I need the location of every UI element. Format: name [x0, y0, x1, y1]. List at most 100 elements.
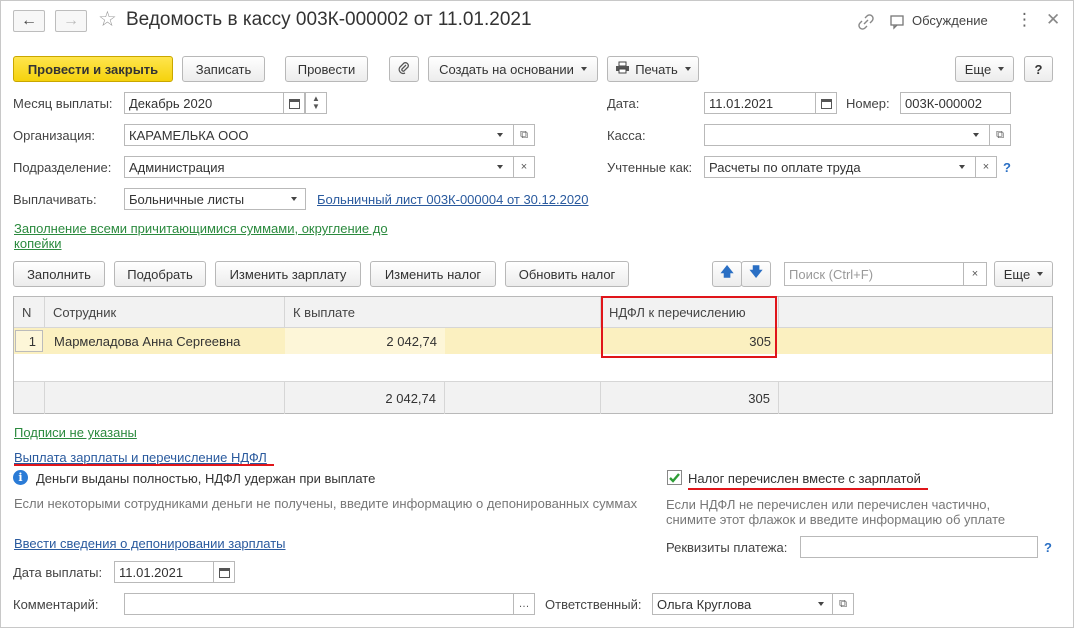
arrow-down-icon: 🡇: [749, 264, 763, 279]
update-tax-label: Обновить налог: [518, 266, 616, 282]
help-button[interactable]: ?: [1024, 56, 1053, 82]
help-question-icon[interactable]: ?: [1044, 540, 1052, 555]
payroll-tax-section-link[interactable]: Выплата зарплаты и перечисление НДФЛ: [14, 450, 267, 465]
employee-cell[interactable]: Мармеладова Анна Сергеевна: [54, 328, 284, 354]
fill-rounding-link-line1[interactable]: Заполнение всеми причитающимися суммами,…: [14, 221, 388, 236]
comment-expand-button[interactable]: …: [513, 593, 535, 615]
post-button[interactable]: Провести: [285, 56, 368, 82]
discussion-link[interactable]: Обсуждение: [912, 13, 988, 28]
dropdown-arrow-icon[interactable]: [497, 165, 503, 169]
search-input[interactable]: Поиск (Ctrl+F): [784, 262, 964, 286]
save-label: Записать: [195, 61, 252, 77]
dropdown-arrow-icon[interactable]: [497, 133, 503, 137]
account-label: Учтенные как:: [607, 160, 693, 175]
chevron-down-icon: [684, 67, 691, 71]
dropdown-arrow-icon[interactable]: [973, 133, 979, 137]
arrow-left-icon: ←: [21, 12, 37, 29]
change-tax-button[interactable]: Изменить налог: [370, 261, 496, 287]
payout-cell[interactable]: 2 042,74: [285, 328, 445, 354]
more-button[interactable]: Еще: [955, 56, 1014, 82]
deposit-link[interactable]: Ввести сведения о депонировании зарплаты: [14, 536, 286, 551]
move-up-button[interactable]: 🡅: [712, 261, 742, 287]
page-title: Ведомость в кассу 003К-000002 от 11.01.2…: [126, 9, 532, 30]
link-icon[interactable]: [857, 13, 875, 31]
clear-account-button[interactable]: ×: [975, 156, 997, 178]
open-cash-button[interactable]: ⧉: [989, 124, 1011, 146]
column-header-employee[interactable]: Сотрудник: [45, 297, 285, 328]
discussion-icon[interactable]: [889, 13, 907, 31]
responsible-field[interactable]: Ольга Круглова: [652, 593, 833, 615]
change-salary-button[interactable]: Изменить зарплату: [215, 261, 361, 287]
create-based-on-button[interactable]: Создать на основании: [428, 56, 598, 82]
arrow-up-icon: 🡅: [720, 264, 734, 279]
table-row[interactable]: 1 Мармеладова Анна Сергеевна 2 042,74 30…: [14, 328, 1052, 354]
pick-button[interactable]: Подобрать: [114, 261, 206, 287]
open-icon: ⧉: [520, 128, 528, 141]
payment-details-field[interactable]: [800, 536, 1038, 558]
comment-field[interactable]: [124, 593, 514, 615]
favorite-star-icon[interactable]: ☆: [98, 8, 117, 32]
sick-leave-link[interactable]: Больничный лист 003К-000004 от 30.12.202…: [317, 192, 589, 207]
post-and-close-button[interactable]: Провести и закрыть: [13, 56, 173, 82]
department-field[interactable]: Администрация: [124, 156, 514, 178]
spin-button[interactable]: ▲ ▼: [305, 92, 327, 114]
print-button[interactable]: Печать: [607, 56, 699, 82]
tax-hint-line1: Если НДФЛ не перечислен или перечислен ч…: [666, 497, 991, 512]
forward-button[interactable]: →: [55, 10, 87, 32]
dropdown-arrow-icon[interactable]: [818, 602, 824, 606]
table-more-label: Еще: [1003, 266, 1031, 282]
info-text: Деньги выданы полностью, НДФЛ удержан пр…: [36, 471, 376, 486]
date-field[interactable]: 11.01.2021: [704, 92, 816, 114]
ellipsis-icon: …: [518, 598, 530, 610]
table-more-button[interactable]: Еще: [994, 261, 1053, 287]
dropdown-arrow-icon[interactable]: [959, 165, 965, 169]
clear-department-button[interactable]: ×: [513, 156, 535, 178]
cash-field[interactable]: [704, 124, 990, 146]
attach-button[interactable]: [389, 56, 419, 82]
pay-type-value: Больничные листы: [129, 191, 245, 207]
section-underline-annotation: [14, 464, 274, 466]
organization-field[interactable]: КАРАМЕЛЬКА ООО: [124, 124, 514, 146]
clear-search-button[interactable]: ×: [963, 262, 987, 286]
open-organization-button[interactable]: ⧉: [513, 124, 535, 146]
column-header-n[interactable]: N: [14, 297, 45, 328]
open-responsible-button[interactable]: ⧉: [832, 593, 854, 615]
signatures-link[interactable]: Подписи не указаны: [14, 425, 137, 440]
employees-table: N Сотрудник К выплате НДФЛ к перечислени…: [13, 296, 1053, 414]
pay-date-field[interactable]: 11.01.2021: [114, 561, 214, 583]
account-value: Расчеты по оплате труда: [709, 159, 861, 175]
clear-icon: ×: [971, 268, 979, 280]
back-button[interactable]: ←: [13, 10, 45, 32]
change-salary-label: Изменить зарплату: [229, 266, 347, 282]
calendar-button[interactable]: [283, 92, 305, 114]
fill-button[interactable]: Заполнить: [13, 261, 105, 287]
fill-rounding-link-line2[interactable]: копейки: [14, 236, 62, 251]
dropdown-arrow-icon[interactable]: [291, 197, 297, 201]
create-based-on-label: Создать на основании: [439, 61, 574, 77]
pay-date-calendar-button[interactable]: [213, 561, 235, 583]
date-label: Дата:: [607, 96, 640, 111]
pay-type-field[interactable]: Больничные листы: [124, 188, 306, 210]
help-question-icon[interactable]: ?: [1003, 160, 1011, 175]
tax-paid-checkbox[interactable]: [667, 470, 682, 485]
column-header-payout[interactable]: К выплате: [285, 297, 601, 328]
save-button[interactable]: Записать: [182, 56, 265, 82]
tax-paid-label[interactable]: Налог перечислен вместе с зарплатой: [688, 471, 921, 486]
month-field[interactable]: Декабрь 2020: [124, 92, 284, 114]
fill-label: Заполнить: [27, 266, 91, 282]
chevron-down-icon: [998, 67, 1005, 71]
date-calendar-button[interactable]: [815, 92, 837, 114]
column-header-empty: [779, 297, 1052, 328]
calendar-icon: [820, 98, 832, 109]
account-field[interactable]: Расчеты по оплате труда: [704, 156, 976, 178]
close-icon[interactable]: ✕: [1046, 10, 1060, 30]
more-vertical-icon[interactable]: ⋮: [1016, 10, 1033, 30]
month-label: Месяц выплаты:: [13, 96, 113, 111]
organization-value: КАРАМЕЛЬКА ООО: [129, 127, 249, 143]
update-tax-button[interactable]: Обновить налог: [505, 261, 629, 287]
clear-icon: ×: [520, 161, 528, 173]
tax-hint-line2: снимите этот флажок и введите информацию…: [666, 512, 1006, 527]
department-label: Подразделение:: [13, 160, 112, 175]
number-field[interactable]: 003К-000002: [900, 92, 1011, 114]
move-down-button[interactable]: 🡇: [741, 261, 771, 287]
